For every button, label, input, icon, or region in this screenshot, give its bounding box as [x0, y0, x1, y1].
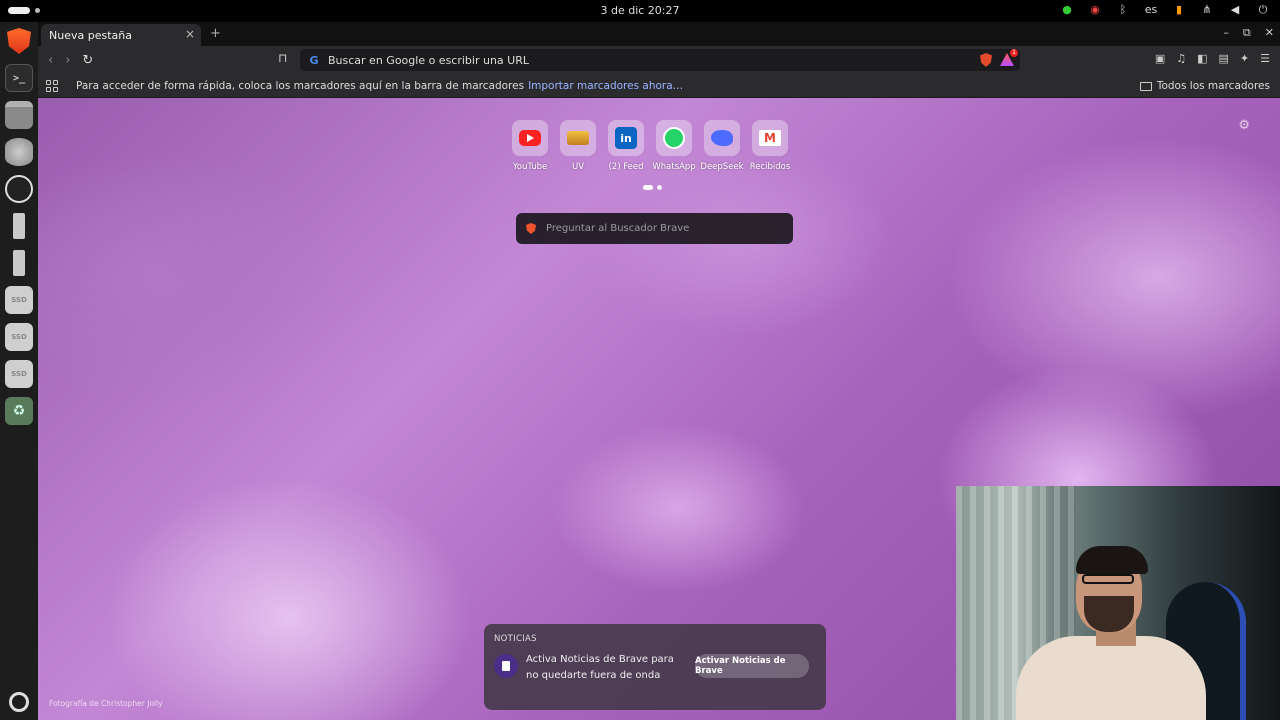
pager-dot-active[interactable] — [643, 185, 653, 190]
brave-lion-icon — [526, 223, 536, 234]
top-site-gmail[interactable]: M Recibidos — [749, 120, 791, 172]
back-icon[interactable]: ‹ — [48, 53, 53, 68]
linkedin-icon: in — [615, 127, 637, 149]
google-icon: G — [309, 53, 319, 67]
dock-ssd-2[interactable]: SSD — [5, 323, 33, 351]
brave-shields-icon[interactable] — [980, 53, 992, 67]
youtube-icon — [519, 130, 541, 146]
forward-icon[interactable]: › — [65, 53, 70, 68]
dock-ssd-3[interactable]: SSD — [5, 360, 33, 388]
news-text: Activa Noticias de Brave para no quedart… — [526, 654, 674, 681]
power-icon[interactable]: ⏻ — [1256, 3, 1270, 17]
tab-search-icon[interactable]: ▣ — [1155, 52, 1165, 65]
maximize-button[interactable]: ⧉ — [1243, 26, 1251, 40]
news-title: NOTICIAS — [494, 634, 537, 644]
dock-usb-drive-1[interactable] — [5, 212, 33, 240]
whatsapp-icon — [663, 127, 685, 149]
brave-news-card: NOTICIAS Activa Noticias de Brave para n… — [484, 624, 826, 710]
tab-strip: Nueva pestaña × + – ⧉ ✕ — [38, 22, 1280, 46]
dock-brave-browser[interactable] — [5, 27, 33, 55]
media-icon[interactable]: ♫ — [1176, 52, 1186, 65]
network-icon[interactable]: ⋔ — [1200, 3, 1214, 17]
sidebar-icon[interactable]: ◧ — [1197, 52, 1207, 65]
dock: >_ SSD SSD SSD ♻ — [0, 22, 38, 720]
tab-new-tab[interactable]: Nueva pestaña × — [41, 24, 201, 46]
photo-credit[interactable]: Fotografía de Christopher Jolly — [49, 699, 163, 708]
top-site-label: WhatsApp — [652, 162, 696, 172]
system-tray: ● ◉ ᛒ es ▮ ⋔ ◀ ⏻ — [1060, 3, 1270, 17]
close-window-button[interactable]: ✕ — [1265, 26, 1274, 40]
reload-icon[interactable]: ↻ — [82, 53, 93, 68]
menu-icon[interactable]: ☰ — [1260, 52, 1270, 65]
top-sites: YouTube UV in (2) Feed WhatsApp DeepSeek… — [512, 120, 791, 172]
webcam-person-hair — [1076, 546, 1148, 574]
shield-icon[interactable]: ● — [1060, 3, 1074, 17]
microphone-icon[interactable]: ▮ — [1172, 3, 1186, 17]
brave-lion-icon — [7, 28, 31, 54]
apps-grid-icon[interactable] — [46, 79, 58, 92]
top-site-linkedin[interactable]: in (2) Feed — [608, 120, 644, 172]
dock-database-app[interactable] — [5, 138, 33, 166]
window-controls: – ⧉ ✕ — [1223, 26, 1274, 40]
folder-icon — [1139, 81, 1152, 91]
pager-dot[interactable] — [657, 185, 662, 190]
minimize-button[interactable]: – — [1223, 26, 1229, 40]
bookmark-page-icon[interactable]: ⊓ — [278, 51, 287, 65]
dock-ssd-1[interactable]: SSD — [5, 286, 33, 314]
tab-close-icon[interactable]: × — [185, 27, 195, 41]
import-bookmarks-link[interactable]: Importar marcadores ahora… — [528, 80, 683, 92]
top-site-uv[interactable]: UV — [560, 120, 596, 172]
webcam-overlay — [956, 486, 1280, 720]
dock-files[interactable] — [5, 101, 33, 129]
language-indicator[interactable]: es — [1144, 3, 1158, 17]
system-top-bar: 3 de dic 20:27 ● ◉ ᛒ es ▮ ⋔ ◀ ⏻ — [0, 0, 1280, 22]
usb-drive-icon — [13, 213, 25, 239]
top-sites-pager — [643, 185, 662, 190]
dock-trash[interactable]: ♻ — [5, 397, 33, 425]
top-site-label: (2) Feed — [608, 162, 644, 172]
brave-search-box[interactable]: Preguntar al Buscador Brave — [516, 213, 793, 244]
new-tab-button[interactable]: + — [210, 26, 221, 41]
webcam-person-glasses — [1082, 574, 1134, 584]
top-site-label: Recibidos — [749, 162, 791, 172]
dock-usb-drive-2[interactable] — [5, 249, 33, 277]
leo-ai-icon[interactable]: ✦ — [1240, 52, 1249, 65]
dock-obs-studio[interactable] — [5, 175, 33, 203]
show-apps-icon[interactable] — [9, 692, 29, 712]
webcam-person-body — [1016, 636, 1206, 720]
top-site-label: YouTube — [512, 162, 548, 172]
all-bookmarks-label: Todos los marcadores — [1156, 80, 1270, 92]
gmail-icon: M — [759, 130, 781, 146]
tab-title: Nueva pestaña — [49, 28, 132, 42]
usb-drive-icon — [13, 250, 25, 276]
top-site-label: DeepSeek — [700, 162, 744, 172]
uv-icon — [567, 131, 589, 145]
top-site-whatsapp[interactable]: WhatsApp — [652, 120, 696, 172]
address-bar-placeholder: Buscar en Google o escribir una URL — [328, 53, 529, 67]
news-icon — [494, 654, 518, 678]
customize-gear-icon[interactable]: ⚙ — [1238, 118, 1250, 133]
toolbar-right-icons: ▣ ♫ ◧ ▤ ✦ ☰ — [1155, 52, 1270, 65]
wallet-icon[interactable]: ▤ — [1219, 52, 1229, 65]
rewards-badge: 1 — [1010, 49, 1018, 57]
bookmarks-hint: Para acceder de forma rápida, coloca los… — [76, 79, 525, 92]
top-site-label: UV — [571, 162, 585, 172]
address-bar[interactable]: G Buscar en Google o escribir una URL 1 — [300, 49, 1020, 71]
bookmarks-bar: Para acceder de forma rápida, coloca los… — [38, 74, 1280, 98]
all-bookmarks-button[interactable]: Todos los marcadores — [1139, 80, 1270, 92]
update-icon[interactable]: ◉ — [1088, 3, 1102, 17]
bluetooth-icon[interactable]: ᛒ — [1116, 3, 1130, 17]
search-placeholder: Preguntar al Buscador Brave — [546, 223, 690, 234]
deepseek-icon — [711, 130, 733, 146]
dock-terminal[interactable]: >_ — [5, 64, 33, 92]
navigation-buttons: ‹ › ↻ — [48, 53, 93, 68]
top-site-deepseek[interactable]: DeepSeek — [700, 120, 744, 172]
activate-news-button[interactable]: Activar Noticias de Brave — [695, 654, 809, 678]
volume-icon[interactable]: ◀ — [1228, 3, 1242, 17]
top-site-youtube[interactable]: YouTube — [512, 120, 548, 172]
browser-toolbar: ‹ › ↻ ⊓ G Buscar en Google o escribir un… — [38, 46, 1280, 74]
